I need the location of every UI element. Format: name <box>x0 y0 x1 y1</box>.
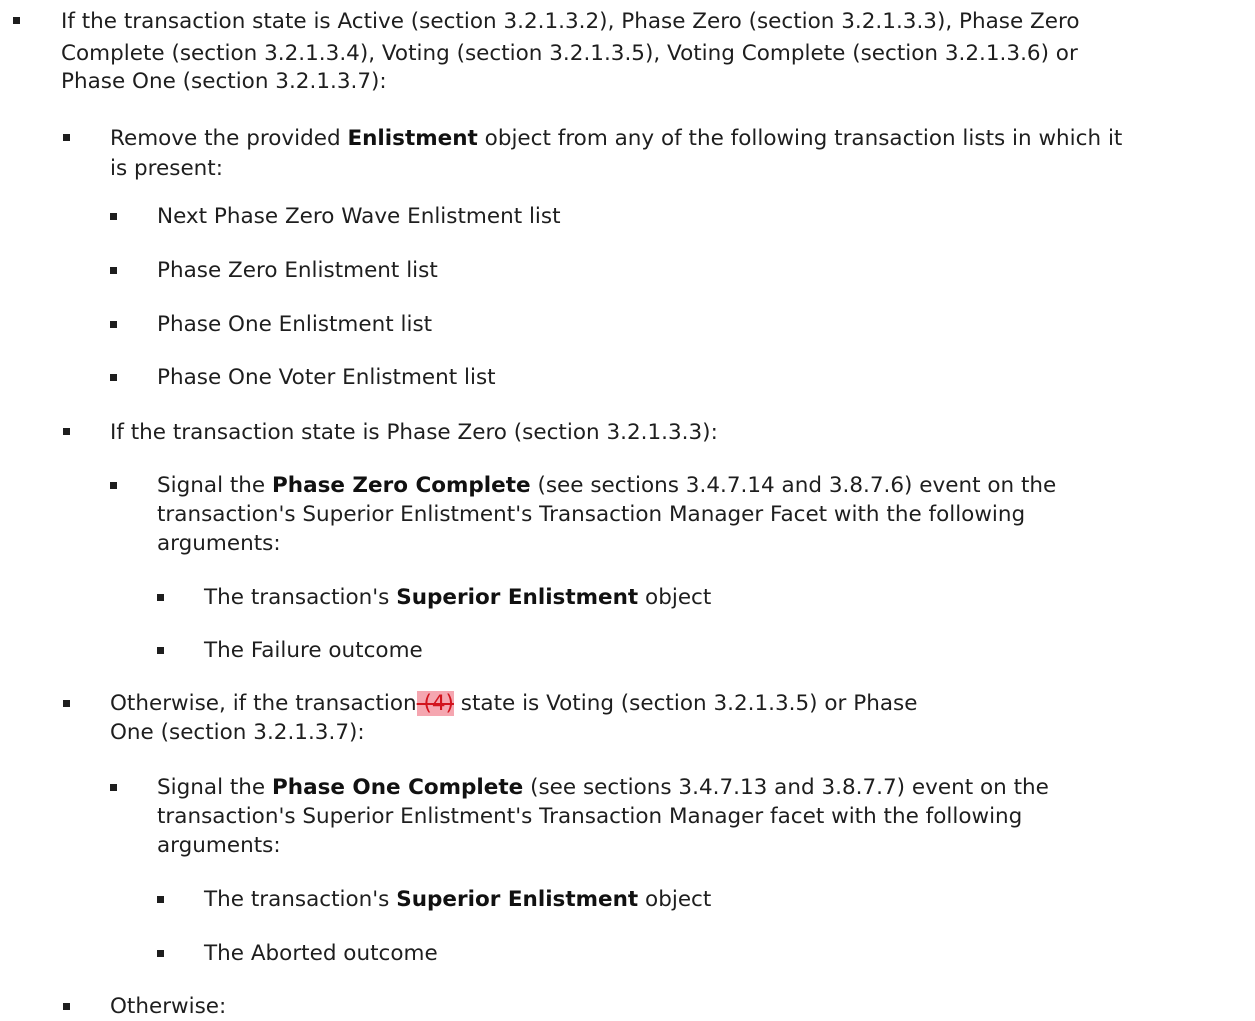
bullet-icon <box>110 784 117 791</box>
bullet-icon <box>110 374 117 381</box>
text: (see sections 3.4.7.13 and 3.8.7.7) even… <box>523 775 1049 800</box>
bullet-icon <box>110 321 117 328</box>
bullet-icon <box>110 267 117 274</box>
bullet-icon <box>63 428 70 435</box>
paragraph-line: arguments: <box>157 833 281 858</box>
paragraph-line: Otherwise, if the transaction (4) state … <box>110 689 917 718</box>
text: object from any of the following transac… <box>477 126 1123 151</box>
paragraph-line: is present: <box>110 156 223 181</box>
bullet-icon <box>157 896 164 903</box>
paragraph-line: Remove the provided Enlistment object fr… <box>110 124 1122 153</box>
text: Otherwise, if the transaction <box>110 691 417 716</box>
bold-term: Phase Zero Complete <box>272 473 531 498</box>
list-item: The Failure outcome <box>204 638 423 663</box>
paragraph-line: Signal the Phase Zero Complete (see sect… <box>157 471 1056 500</box>
paragraph-line: Complete (section 3.2.1.3.4), Voting (se… <box>61 41 1078 66</box>
bold-term: Superior Enlistment <box>396 585 639 610</box>
paragraph-line: transaction's Superior Enlistment's Tran… <box>157 502 1026 527</box>
bullet-icon <box>63 700 70 707</box>
text: Signal the <box>157 775 272 800</box>
list-item: The Aborted outcome <box>204 941 438 966</box>
paragraph-line: If the transaction state is Phase Zero (… <box>110 420 718 445</box>
list-item: The transaction's Superior Enlistment ob… <box>204 583 711 612</box>
text: (see sections 3.4.7.14 and 3.8.7.6) even… <box>530 473 1057 498</box>
bullet-icon <box>157 647 164 654</box>
list-item: Phase One Enlistment list <box>157 312 433 337</box>
bullet-icon <box>13 17 20 24</box>
paragraph-line: transaction's Superior Enlistment's Tran… <box>157 804 1023 829</box>
paragraph-line: Signal the Phase One Complete (see secti… <box>157 773 1049 802</box>
paragraph-line: arguments: <box>157 531 281 556</box>
text: The transaction's <box>204 887 397 912</box>
text: The transaction's <box>204 585 397 610</box>
bullet-icon <box>157 594 164 601</box>
paragraph-line: Phase One (section 3.2.1.3.7): <box>61 69 387 94</box>
text: Signal the <box>157 473 272 498</box>
bold-term: Enlistment <box>347 126 478 151</box>
bullet-icon <box>110 213 117 220</box>
list-item: Phase One Voter Enlistment list <box>157 365 496 390</box>
deleted-revision-mark: (4) <box>416 691 454 716</box>
bullet-icon <box>157 950 164 957</box>
text: object <box>638 585 712 610</box>
paragraph-line: If the transaction state is Active (sect… <box>61 9 1080 34</box>
document-page: { "l1": { "line1": "If the transaction s… <box>0 0 1255 1019</box>
text: object <box>638 887 712 912</box>
text: Remove the provided <box>110 126 348 151</box>
bullet-icon <box>63 134 70 141</box>
bullet-icon <box>110 482 117 489</box>
bold-term: Superior Enlistment <box>396 887 639 912</box>
text: state is Voting (section 3.2.1.3.5) or P… <box>453 691 918 716</box>
bullet-icon <box>63 1003 70 1010</box>
paragraph-line: Otherwise: <box>110 994 227 1019</box>
list-item: Next Phase Zero Wave Enlistment list <box>157 204 561 229</box>
list-item: The transaction's Superior Enlistment ob… <box>204 885 711 914</box>
bold-term: Phase One Complete <box>272 775 524 800</box>
paragraph-line: One (section 3.2.1.3.7): <box>110 720 365 745</box>
list-item: Phase Zero Enlistment list <box>157 258 438 283</box>
